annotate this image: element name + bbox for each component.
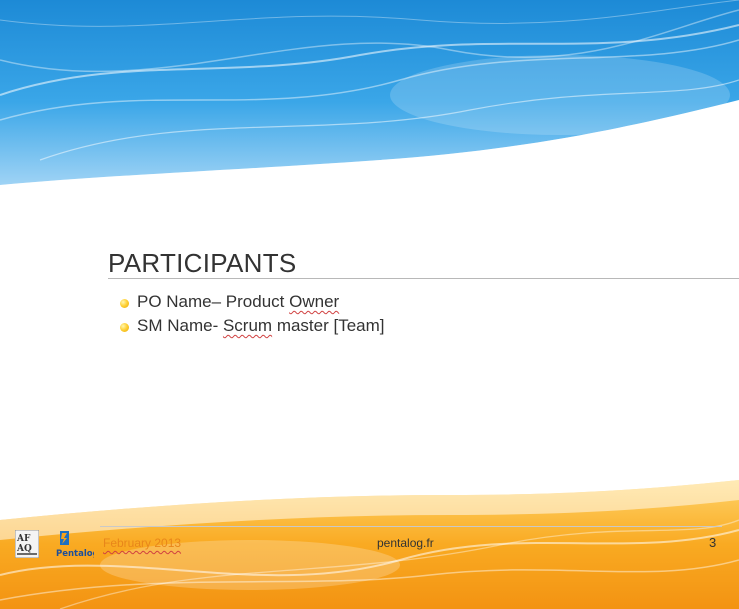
svg-text:Pentalog: Pentalog [56,549,94,559]
pentalog-logo: Pentalog [56,531,94,559]
footer-website[interactable]: pentalog.fr [377,536,434,550]
list-item: PO Name– Product Owner [120,290,385,314]
afaq-certification-logo: AF AQ [15,530,39,558]
bullet-text: PO Name– Product Owner [137,292,339,312]
footer-date: February 2013 [103,536,181,550]
misspelled-word: Owner [289,292,340,311]
bullet-dot-icon [120,298,129,308]
list-item: SM Name- Scrum master [Team] [120,314,385,338]
bullet-dot-icon [120,322,129,332]
footer-date-text: February 2013 [103,536,182,550]
svg-text:AQ: AQ [16,544,32,554]
svg-text:AF: AF [16,534,31,544]
title-underline [108,278,739,279]
bullet-text: SM Name- Scrum master [Team] [137,316,385,336]
text-run: SM Name- [137,316,223,335]
footer-divider [100,526,722,527]
misspelled-word: Scrum [222,316,273,335]
slide-canvas: PARTICIPANTS PO Name– Product Owner SM N… [0,0,739,609]
slide-page-number: 3 [709,535,717,550]
text-run: master [Team] [272,316,385,335]
participants-list: PO Name– Product Owner SM Name- Scrum ma… [120,290,385,338]
slide-title: PARTICIPANTS [108,248,297,278]
text-run: PO Name– Product [137,292,290,311]
header-wave-graphic [0,0,739,200]
